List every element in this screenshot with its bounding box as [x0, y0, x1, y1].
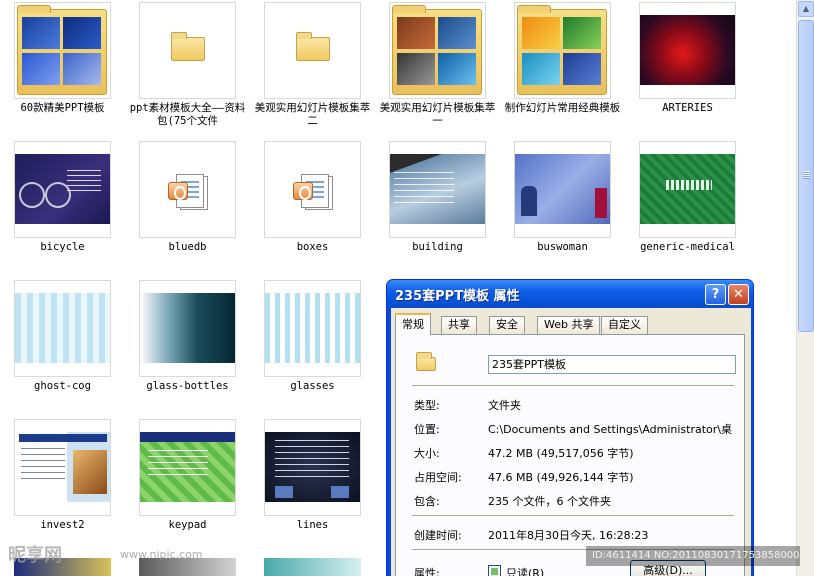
file-name: building: [412, 241, 463, 253]
file-item[interactable]: 美观实用幻灯片模板集萃 二: [250, 2, 375, 141]
file-item[interactable]: 制作幻灯片常用经典模板: [500, 2, 625, 141]
image-thumbnail: [264, 419, 361, 516]
field-label: 类型:: [414, 399, 440, 412]
file-item[interactable]: ARTERIES: [625, 2, 750, 141]
scrollbar-thumb[interactable]: [798, 20, 814, 332]
file-name: boxes: [296, 241, 329, 253]
folder-thumbnail: [264, 2, 361, 99]
tab-custom[interactable]: 自定义: [601, 316, 648, 334]
file-item[interactable]: 60款精美PPT模板: [0, 2, 125, 141]
image-thumbnail: [14, 280, 111, 377]
vertical-scrollbar[interactable]: ▲: [796, 0, 814, 576]
scroll-up-arrow-icon[interactable]: ▲: [798, 1, 814, 17]
separator: [412, 385, 734, 387]
folder-preview-thumbnail: [14, 2, 111, 99]
folder-preview-thumbnail: [514, 2, 611, 99]
watermark-logo: 昵享网: [8, 545, 62, 566]
field-label: 占用空间:: [414, 471, 462, 484]
image-thumbnail: [139, 280, 236, 377]
image-thumbnail: [14, 141, 111, 238]
file-item[interactable]: boxes: [250, 141, 375, 280]
file-item[interactable]: buswoman: [500, 141, 625, 280]
type-value: 文件夹: [488, 399, 521, 412]
scrollbar-grip: [803, 171, 810, 179]
dialog-body: 常规 共享 安全 Web 共享 自定义 235套PPT模板 类型: 文件夹 位置…: [391, 308, 751, 576]
created-value: 2011年8月30日今天, 16:28:23: [488, 529, 649, 542]
tab-sharing[interactable]: 共享: [441, 316, 477, 334]
powerpoint-file-icon: [293, 172, 333, 212]
file-name: bluedb: [168, 241, 207, 253]
file-name: 美观实用幻灯片模板集萃 二: [254, 102, 371, 127]
image-thumbnail: [264, 558, 361, 576]
image-thumbnail: [389, 141, 486, 238]
file-item[interactable]: building: [375, 141, 500, 280]
field-label: 位置:: [414, 423, 440, 436]
properties-dialog: 235套PPT模板 属性 ? ✕ 常规 共享 安全 Web 共享 自定义 235…: [386, 279, 754, 576]
file-name: glasses: [290, 380, 335, 392]
contains-value: 235 个文件，6 个文件夹: [488, 495, 611, 508]
watermark-id: ID:4611414 NO:20110830171753858000: [586, 546, 800, 566]
location-value: C:\Documents and Settings\Administrator\…: [488, 423, 733, 436]
file-item[interactable]: glass-bottles: [125, 280, 250, 419]
file-name: bicycle: [40, 241, 85, 253]
file-name: 制作幻灯片常用经典模板: [504, 102, 621, 114]
field-label: 创建时间:: [414, 529, 462, 542]
file-name: keypad: [168, 519, 207, 531]
tab-security[interactable]: 安全: [489, 316, 525, 334]
ppt-thumbnail: [139, 141, 236, 238]
file-name: lines: [296, 519, 329, 531]
folder-preview-thumbnail: [389, 2, 486, 99]
file-item[interactable]: bicycle: [0, 141, 125, 280]
folder-icon: [171, 32, 205, 61]
tab-general[interactable]: 常规: [395, 313, 431, 335]
file-name: ppt素材模板大全——资料包(75个文件: [129, 102, 246, 127]
image-thumbnail: [264, 280, 361, 377]
file-name: 美观实用幻灯片模板集萃 一: [379, 102, 496, 127]
dialog-title: 235套PPT模板 属性: [395, 289, 520, 304]
field-label: 包含:: [414, 495, 440, 508]
size-on-disk-value: 47.6 MB (49,926,144 字节): [488, 471, 634, 484]
file-name: buswoman: [537, 241, 588, 253]
file-item[interactable]: ppt素材模板大全——资料包(75个文件: [125, 2, 250, 141]
file-name: 60款精美PPT模板: [20, 102, 105, 114]
general-panel: 235套PPT模板 类型: 文件夹 位置: C:\Documents and S…: [395, 334, 745, 576]
folder-icon: [296, 32, 330, 61]
attributes-label: 属性:: [414, 567, 440, 576]
file-item[interactable]: keypad: [125, 419, 250, 558]
file-item[interactable]: ghost-cog: [0, 280, 125, 419]
watermark-url: www.nipic.com: [120, 548, 203, 561]
image-thumbnail: [514, 141, 611, 238]
help-button[interactable]: ?: [705, 284, 726, 305]
close-button[interactable]: ✕: [728, 284, 749, 305]
file-name: ghost-cog: [34, 380, 91, 392]
field-label: 大小:: [414, 447, 440, 460]
separator: [412, 515, 734, 517]
image-thumbnail: [139, 419, 236, 516]
file-item[interactable]: generic-medical: [625, 141, 750, 280]
tab-web-sharing[interactable]: Web 共享: [537, 316, 601, 334]
file-name: glass-bottles: [146, 380, 229, 392]
ppt-thumbnail: [264, 141, 361, 238]
folder-thumbnail: [139, 2, 236, 99]
file-name: invest2: [40, 519, 85, 531]
file-item[interactable]: lines: [250, 419, 375, 558]
image-thumbnail: [14, 419, 111, 516]
file-item[interactable]: glasses: [250, 280, 375, 419]
folder-icon: [416, 352, 436, 371]
image-thumbnail: [639, 2, 736, 99]
file-item[interactable]: bluedb: [125, 141, 250, 280]
dialog-titlebar[interactable]: 235套PPT模板 属性 ? ✕: [387, 280, 753, 308]
size-value: 47.2 MB (49,517,056 字节): [488, 447, 634, 460]
file-name: generic-medical: [640, 241, 735, 253]
powerpoint-file-icon: [168, 172, 208, 212]
file-name: ARTERIES: [662, 102, 713, 114]
file-item[interactable]: 美观实用幻灯片模板集萃 一: [375, 2, 500, 141]
readonly-checkbox[interactable]: [488, 565, 501, 576]
file-item[interactable]: invest2: [0, 419, 125, 558]
image-thumbnail: [639, 141, 736, 238]
folder-name-input[interactable]: 235套PPT模板: [488, 355, 736, 374]
